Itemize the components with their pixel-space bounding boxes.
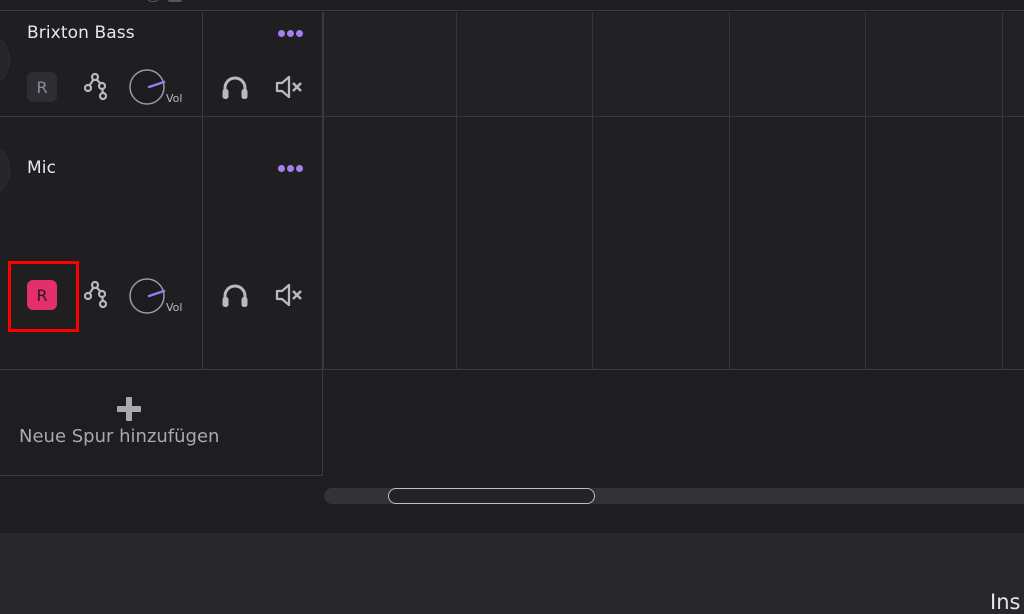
mute-button[interactable] (274, 282, 304, 308)
divider (202, 12, 203, 116)
grid-line (729, 12, 730, 116)
divider (202, 117, 203, 369)
track-header-mic: Mic R Vol (0, 117, 323, 370)
volume-knob[interactable]: Vol (128, 68, 188, 110)
horizontal-scrollbar[interactable] (324, 488, 1024, 504)
automation-icon (83, 72, 108, 100)
headphones-icon (222, 76, 248, 99)
dot (278, 164, 285, 172)
volume-knob-icon (129, 69, 166, 105)
grid-line (323, 117, 324, 369)
grid-line (456, 117, 457, 369)
dot (278, 29, 285, 37)
track-name[interactable]: Brixton Bass (27, 23, 135, 43)
grid-line (865, 117, 866, 369)
timeline-row-brixton-bass[interactable] (323, 12, 1024, 117)
scrollbar-thumb[interactable] (388, 488, 595, 504)
add-track-label: Neue Spur hinzufügen (19, 426, 220, 447)
volume-knob[interactable]: Vol (128, 277, 188, 319)
record-arm-button[interactable]: R (27, 72, 57, 102)
mute-button[interactable] (274, 74, 304, 100)
label-fragment (168, 0, 182, 2)
grid-line (1002, 117, 1003, 369)
divider (322, 117, 323, 369)
volume-label: Vol (166, 301, 183, 314)
track-icon[interactable] (0, 37, 10, 83)
dot (296, 164, 303, 172)
add-track-button[interactable]: Neue Spur hinzufügen (0, 370, 323, 476)
automation-icon (83, 280, 108, 308)
track-header-brixton-bass: Brixton Bass R Vol (0, 12, 323, 117)
track-name[interactable]: Mic (27, 158, 56, 178)
knob-fragment (146, 0, 160, 2)
more-options-button[interactable] (278, 27, 306, 39)
divider (322, 12, 323, 116)
bottom-panel: Ins (0, 533, 1024, 614)
automation-button[interactable] (82, 279, 110, 309)
grid-line (592, 12, 593, 116)
solo-button[interactable] (220, 281, 250, 309)
bottom-panel-label[interactable]: Ins (990, 590, 1020, 614)
grid-line (729, 117, 730, 369)
mute-icon (275, 75, 302, 99)
grid-line (1002, 12, 1003, 116)
dot (287, 164, 294, 172)
grid-line (865, 12, 866, 116)
volume-knob-icon (129, 278, 166, 314)
grid-line (592, 117, 593, 369)
solo-button[interactable] (220, 73, 250, 101)
grid-line (323, 12, 324, 116)
headphones-icon (222, 284, 248, 307)
daw-app: Brixton Bass R Vol Mic R Vol Neue Spur h… (0, 0, 1024, 614)
timeline-row-mic[interactable] (323, 117, 1024, 370)
record-arm-button[interactable]: R (27, 280, 57, 310)
dot (287, 29, 294, 37)
previous-track-remnant (0, 0, 1024, 11)
more-options-button[interactable] (278, 162, 306, 174)
track-icon[interactable] (0, 147, 10, 193)
automation-button[interactable] (82, 71, 110, 101)
grid-line (456, 12, 457, 116)
dot (296, 29, 303, 37)
plus-icon (117, 397, 141, 421)
mute-icon (275, 283, 302, 307)
volume-label: Vol (166, 92, 183, 105)
